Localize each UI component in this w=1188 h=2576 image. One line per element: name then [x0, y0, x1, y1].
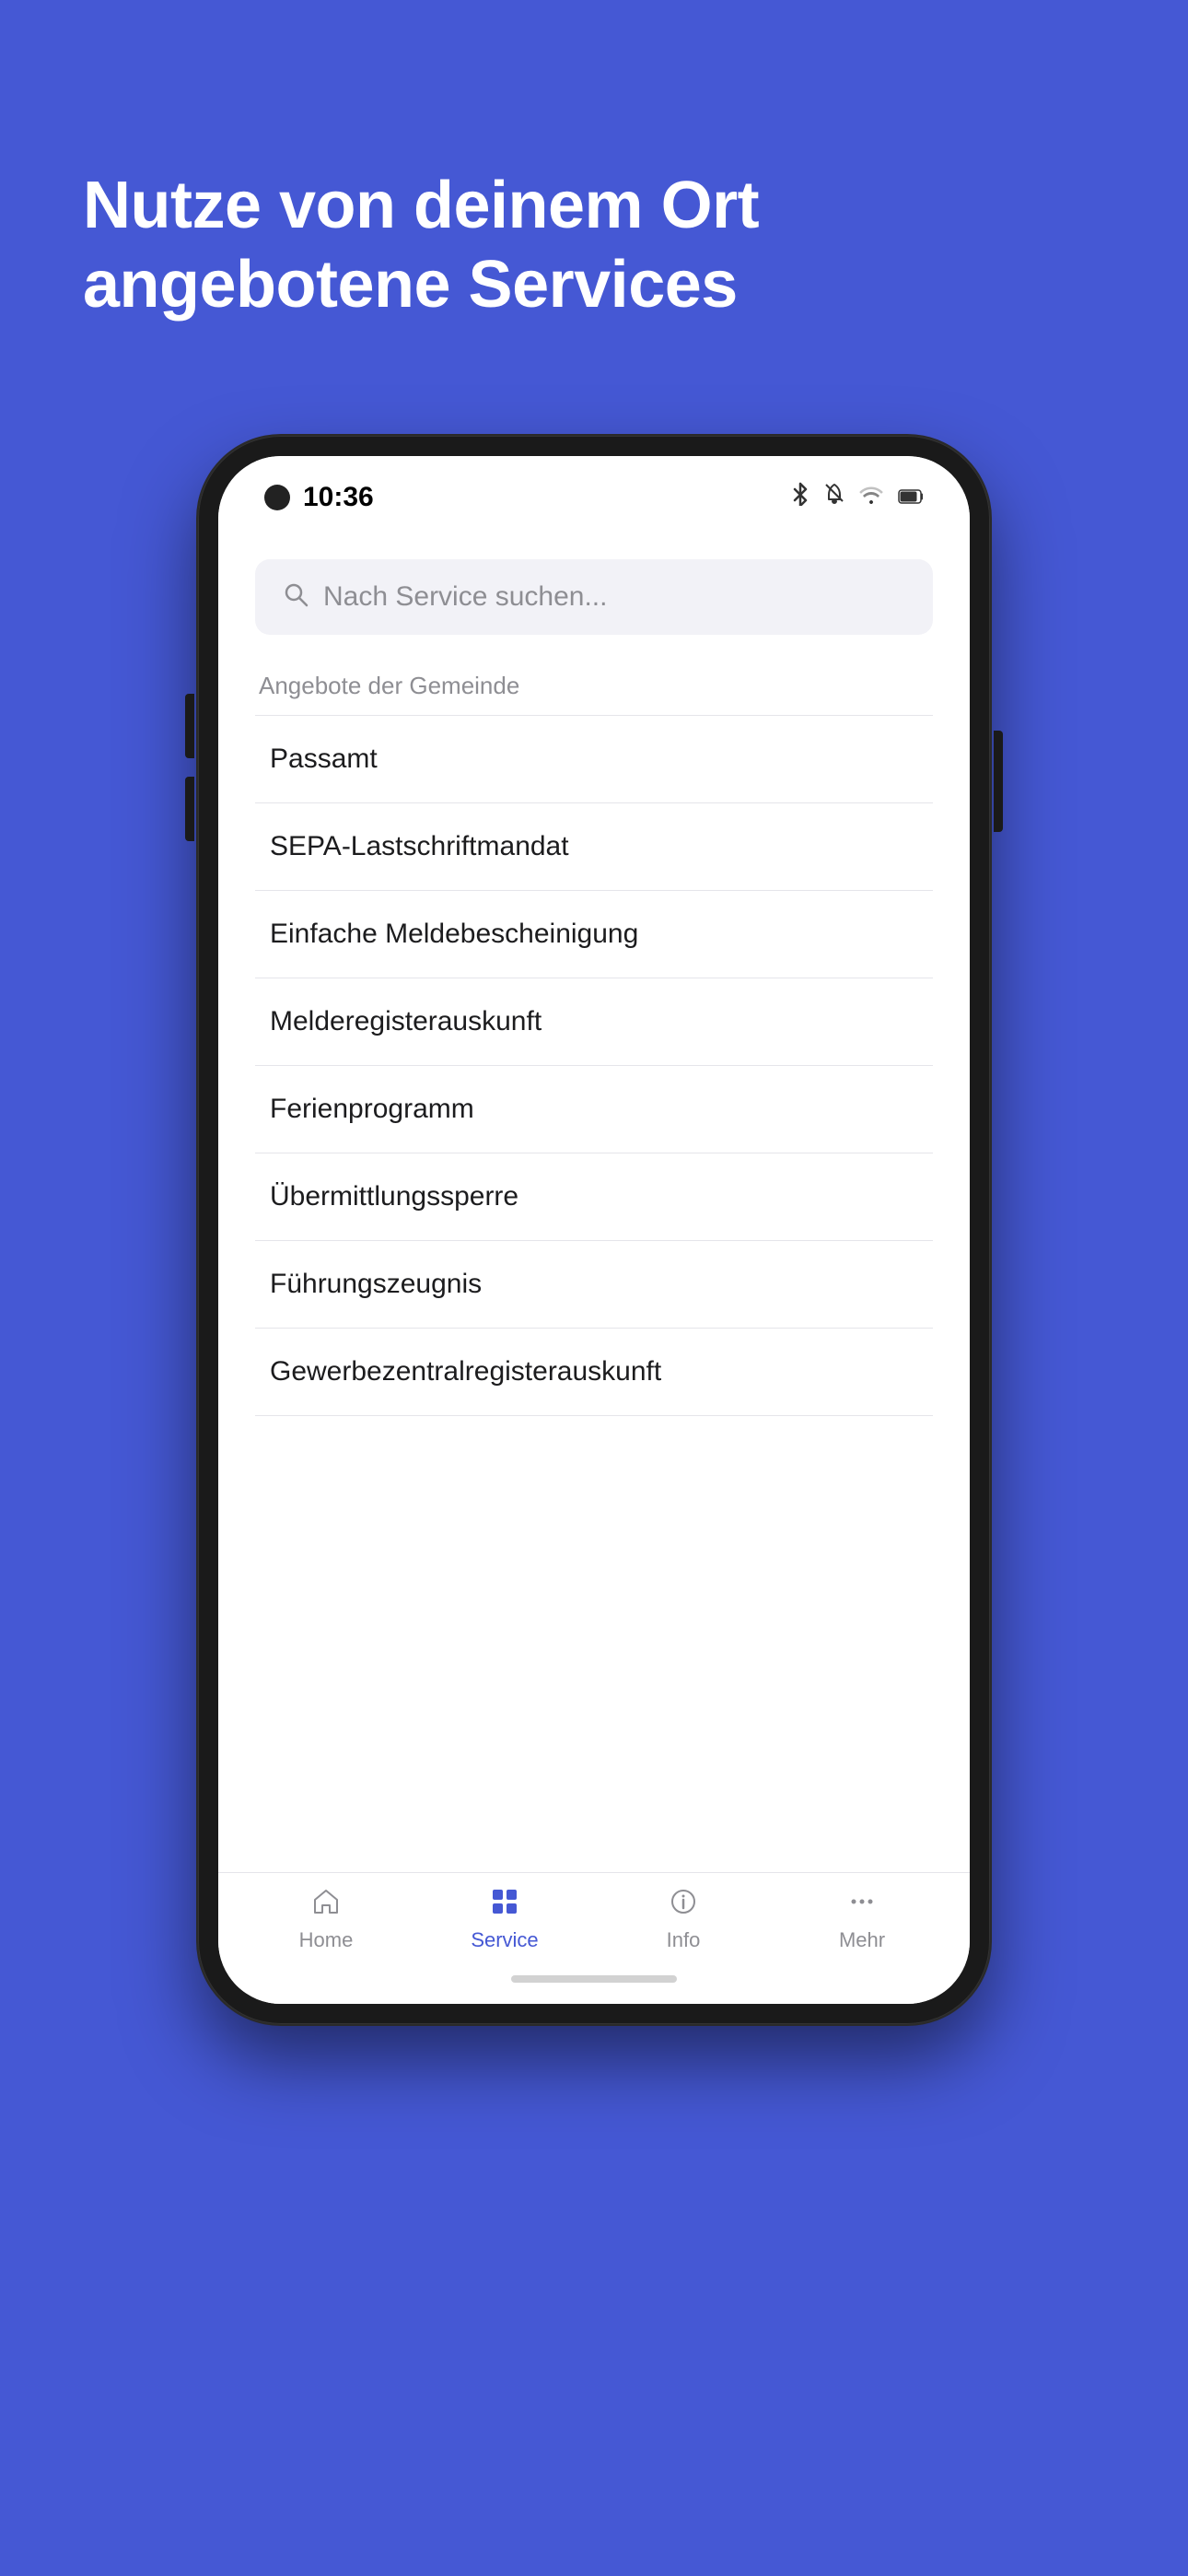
phone-frame: 10:36	[198, 436, 990, 2024]
bluetooth-icon	[791, 482, 809, 512]
list-item[interactable]: Ferienprogramm	[255, 1066, 933, 1153]
status-icons	[791, 482, 924, 512]
section-label: Angebote der Gemeinde	[255, 672, 933, 700]
hero-section: Nutze von deinem Ort angebotene Services	[0, 0, 1188, 381]
bell-mute-icon	[824, 483, 844, 511]
battery-icon	[898, 485, 924, 510]
grid-icon	[491, 1888, 518, 1923]
service-list: Passamt SEPA-Lastschriftmandat Einfache …	[255, 715, 933, 1872]
status-time: 10:36	[264, 482, 374, 513]
list-item[interactable]: Gewerbezentralregisterauskunft	[255, 1329, 933, 1416]
list-item[interactable]: Einfache Meldebescheinigung	[255, 891, 933, 978]
home-icon	[312, 1888, 340, 1923]
nav-item-home[interactable]: Home	[280, 1888, 372, 1952]
phone-mockup: 10:36	[198, 436, 990, 2024]
nav-item-service[interactable]: Service	[459, 1888, 551, 1952]
search-placeholder: Nach Service suchen...	[323, 581, 607, 613]
list-item[interactable]: Übermittlungssperre	[255, 1153, 933, 1241]
app-content: Nach Service suchen... Angebote der Geme…	[218, 522, 970, 1872]
search-icon	[283, 581, 309, 612]
list-item[interactable]: SEPA-Lastschriftmandat	[255, 803, 933, 891]
list-item[interactable]: Passamt	[255, 715, 933, 803]
nav-item-mehr[interactable]: Mehr	[816, 1888, 908, 1952]
more-icon	[848, 1888, 876, 1923]
list-item[interactable]: Melderegisterauskunft	[255, 978, 933, 1066]
info-icon	[670, 1888, 697, 1923]
home-indicator	[218, 1961, 970, 2004]
nav-label-mehr: Mehr	[839, 1928, 885, 1952]
phone-screen: 10:36	[218, 456, 970, 2004]
nav-item-info[interactable]: Info	[637, 1888, 729, 1952]
status-bar: 10:36	[218, 456, 970, 522]
nav-label-home: Home	[299, 1928, 354, 1952]
home-indicator-bar	[511, 1975, 677, 1983]
nav-label-info: Info	[667, 1928, 701, 1952]
hero-title: Nutze von deinem Ort angebotene Services	[83, 166, 1105, 325]
search-bar[interactable]: Nach Service suchen...	[255, 559, 933, 635]
bottom-nav: Home Service	[218, 1872, 970, 1961]
wifi-icon	[859, 485, 883, 510]
nav-label-service: Service	[471, 1928, 538, 1952]
camera-dot	[264, 485, 290, 510]
list-item[interactable]: Führungszeugnis	[255, 1241, 933, 1329]
